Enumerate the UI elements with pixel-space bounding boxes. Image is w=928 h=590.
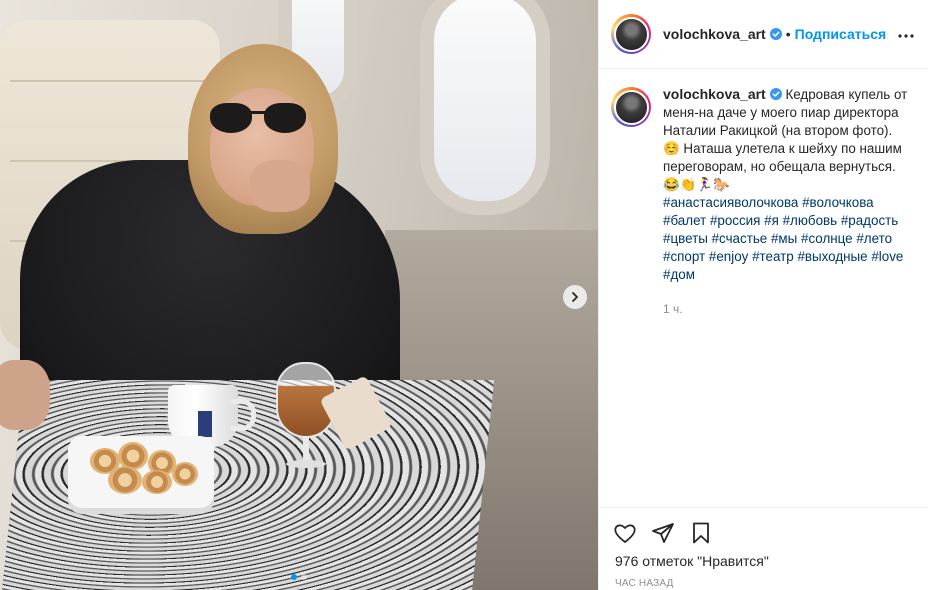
caption-section: volochkova_art Кедровая купель от меня-н… bbox=[599, 69, 928, 318]
hashtag-link[interactable]: #радость bbox=[841, 213, 898, 228]
caption-text: Кедровая купель от меня-на даче у моего … bbox=[663, 87, 908, 192]
hashtag-link[interactable]: #enjoy bbox=[709, 249, 748, 264]
hashtag-link[interactable]: #счастье bbox=[712, 231, 768, 246]
hashtag-link[interactable]: #анастасияволочкова bbox=[663, 195, 798, 210]
cookie-bowl bbox=[68, 436, 214, 514]
carousel-dot bbox=[301, 574, 307, 580]
hashtag-link[interactable]: #солнце bbox=[801, 231, 853, 246]
person-arm bbox=[0, 360, 50, 430]
hashtag-link[interactable]: #балет bbox=[663, 213, 706, 228]
heart-icon[interactable] bbox=[613, 521, 637, 545]
post-timestamp[interactable]: ЧАС НАЗАД bbox=[615, 578, 674, 589]
verified-badge-icon bbox=[769, 28, 782, 40]
person-hand bbox=[250, 160, 310, 212]
send-icon[interactable] bbox=[651, 521, 675, 545]
hashtag-link[interactable]: #выходные bbox=[797, 249, 867, 264]
post-photo[interactable] bbox=[0, 0, 598, 590]
author-username[interactable]: volochkova_art bbox=[663, 26, 766, 42]
hashtag-link[interactable]: #дом bbox=[663, 267, 695, 282]
likes-count[interactable]: 976 отметок "Нравится" bbox=[615, 553, 769, 569]
hashtag-link[interactable]: #мы bbox=[771, 231, 797, 246]
hashtag-link[interactable]: #спорт bbox=[663, 249, 705, 264]
airplane-window bbox=[420, 0, 550, 215]
post-sidebar: volochkova_art • Подписаться volochkova_… bbox=[598, 0, 928, 590]
hashtag-link[interactable]: #россия bbox=[710, 213, 760, 228]
caption-username[interactable]: volochkova_art bbox=[663, 86, 766, 102]
caption-avatar[interactable] bbox=[611, 87, 651, 127]
hashtag-link[interactable]: #лето bbox=[856, 231, 892, 246]
instagram-post: volochkova_art • Подписаться volochkova_… bbox=[0, 0, 928, 590]
chevron-right-icon bbox=[572, 292, 578, 302]
follow-button[interactable]: Подписаться bbox=[795, 26, 887, 42]
caption: volochkova_art Кедровая купель от меня-н… bbox=[663, 85, 911, 318]
separator-dot: • bbox=[785, 26, 791, 42]
hashtag-list: #анастасияволочкова #волочкова #балет #р… bbox=[663, 194, 911, 284]
hashtag-link[interactable]: #я bbox=[764, 213, 779, 228]
hashtag-link[interactable]: #цветы bbox=[663, 231, 708, 246]
action-bar bbox=[599, 507, 928, 557]
hashtag-link[interactable]: #любовь bbox=[783, 213, 838, 228]
more-horizontal-icon[interactable] bbox=[898, 25, 914, 43]
carousel-dot-active bbox=[291, 574, 297, 580]
hashtag-link[interactable]: #love bbox=[871, 249, 903, 264]
post-header: volochkova_art • Подписаться bbox=[599, 0, 928, 69]
verified-badge-icon bbox=[769, 88, 782, 100]
caption-age: 1 ч. bbox=[663, 302, 683, 316]
hashtag-link[interactable]: #театр bbox=[752, 249, 794, 264]
cognac-glass bbox=[276, 362, 336, 470]
carousel-next-button[interactable] bbox=[563, 285, 587, 309]
avatar[interactable] bbox=[611, 14, 651, 54]
sunglasses bbox=[210, 103, 306, 135]
carousel-dots bbox=[0, 574, 598, 580]
bookmark-icon[interactable] bbox=[689, 521, 713, 545]
hashtag-link[interactable]: #волочкова bbox=[802, 195, 874, 210]
